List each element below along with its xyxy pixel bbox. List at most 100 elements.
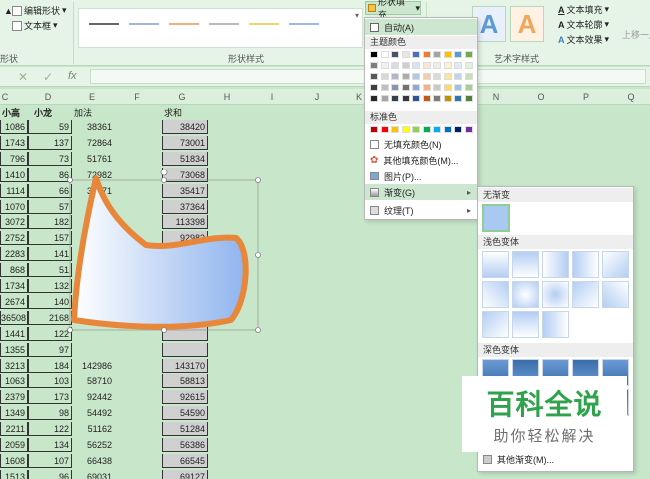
col-header-e[interactable]: E [82, 90, 102, 104]
function-icon[interactable]: fx [68, 70, 77, 82]
color-swatch[interactable] [380, 84, 389, 91]
color-swatch[interactable] [412, 84, 420, 91]
color-swatch[interactable] [464, 73, 473, 80]
color-swatch[interactable] [454, 62, 462, 69]
gradient-swatch[interactable] [512, 311, 539, 338]
confirm-icon[interactable]: ✓ [43, 70, 53, 84]
color-swatch[interactable] [380, 126, 389, 133]
table-cell[interactable]: 122 [28, 422, 72, 437]
color-swatch[interactable] [391, 51, 399, 58]
gradient-swatch[interactable] [602, 281, 629, 308]
gradient-swatch[interactable] [482, 281, 509, 308]
edit-shape-button[interactable]: 编辑形状 ▾ [12, 4, 67, 17]
shape-path[interactable] [71, 175, 249, 330]
color-swatch[interactable] [443, 126, 452, 133]
color-swatch[interactable] [401, 62, 410, 69]
table-cell[interactable]: 107 [28, 453, 72, 468]
color-swatch[interactable] [464, 84, 473, 91]
color-swatch[interactable] [422, 73, 431, 80]
color-swatch[interactable] [464, 95, 473, 102]
table-cell[interactable]: 1349 [0, 406, 28, 421]
resize-handle[interactable] [161, 177, 167, 183]
table-cell[interactable]: 36508 [0, 310, 28, 325]
table-cell[interactable]: 1355 [0, 342, 28, 357]
color-swatch[interactable] [422, 126, 431, 133]
table-cell[interactable]: 1441 [0, 326, 28, 341]
resize-handle[interactable] [67, 327, 73, 333]
gradient-swatch[interactable] [572, 281, 599, 308]
gradient-swatch[interactable] [542, 311, 569, 338]
table-cell[interactable]: 103 [28, 374, 72, 389]
table-cell[interactable]: 134 [28, 438, 72, 452]
header-cell-g[interactable]: 求和 [162, 106, 208, 120]
color-swatch[interactable] [443, 62, 452, 69]
table-cell[interactable]: 1114 [0, 183, 28, 198]
color-swatch[interactable] [391, 73, 399, 80]
color-swatch[interactable] [412, 126, 420, 133]
color-swatch[interactable] [370, 84, 378, 91]
resize-handle[interactable] [67, 177, 73, 183]
line-style-dark[interactable] [89, 23, 119, 25]
line-style-lightblue[interactable] [289, 23, 319, 25]
col-header-d[interactable]: D [38, 90, 58, 104]
color-swatch[interactable] [412, 95, 420, 102]
table-cell[interactable]: 72864 [72, 136, 114, 150]
table-cell[interactable]: 69127 [162, 469, 208, 479]
text-box-button[interactable]: 文本框 ▾ [12, 19, 58, 32]
cancel-icon[interactable]: ✕ [18, 70, 28, 84]
table-cell[interactable]: 51162 [72, 422, 114, 436]
gradient-swatch[interactable] [482, 311, 509, 338]
table-cell[interactable]: 38420 [162, 120, 208, 134]
table-cell[interactable]: 73 [28, 151, 72, 166]
move-up-button[interactable]: 上移一层 [622, 28, 650, 41]
color-swatch[interactable] [454, 73, 462, 80]
color-swatch[interactable] [464, 62, 473, 69]
table-cell[interactable]: 56386 [162, 438, 208, 452]
color-swatch[interactable] [422, 51, 431, 58]
color-swatch[interactable] [433, 51, 441, 58]
table-cell[interactable]: 2752 [0, 231, 28, 246]
col-header-g[interactable]: G [172, 90, 192, 104]
color-swatch[interactable] [370, 73, 378, 80]
table-cell[interactable]: 1410 [0, 167, 28, 182]
table-cell[interactable]: 1513 [0, 469, 28, 479]
table-cell[interactable]: 1734 [0, 279, 28, 293]
table-cell[interactable]: 142986 [72, 359, 114, 373]
table-cell[interactable]: 1070 [0, 199, 28, 214]
table-cell[interactable]: 73001 [162, 135, 208, 150]
table-cell[interactable]: 1063 [0, 374, 28, 389]
col-header-j[interactable]: J [307, 90, 327, 104]
table-cell[interactable]: 58710 [72, 374, 114, 388]
color-swatch[interactable] [433, 62, 441, 69]
menu-item-picture[interactable]: 图片(P)... [365, 168, 477, 184]
color-swatch[interactable] [380, 95, 389, 102]
text-fill-button[interactable]: A 文本填充 ▾ [558, 3, 609, 16]
text-outline-button[interactable]: A 文本轮廓 ▾ [558, 18, 609, 31]
color-swatch[interactable] [401, 126, 410, 133]
color-swatch[interactable] [370, 51, 378, 58]
color-swatch[interactable] [454, 51, 462, 58]
table-cell[interactable]: 51761 [72, 152, 114, 166]
resize-handle[interactable] [255, 327, 261, 333]
color-swatch[interactable] [370, 62, 378, 69]
color-swatch[interactable] [433, 126, 441, 133]
menu-item-no-fill[interactable]: 无填充颜色(N) [365, 136, 477, 152]
table-cell[interactable]: 56252 [72, 438, 114, 452]
color-swatch[interactable] [454, 95, 462, 102]
color-swatch[interactable] [412, 51, 420, 58]
col-header-q[interactable]: Q [621, 90, 641, 104]
gradient-swatch[interactable] [572, 251, 599, 278]
rotate-handle[interactable] [160, 170, 168, 176]
table-cell[interactable]: 173 [28, 390, 72, 405]
line-style-orange[interactable] [169, 23, 199, 25]
line-style-grey[interactable] [209, 23, 239, 25]
table-cell[interactable]: 98 [28, 406, 72, 421]
menu-item-auto[interactable]: 自动(A) [365, 19, 477, 35]
col-header-h[interactable]: H [217, 90, 237, 104]
text-effect-button[interactable]: A 文本效果 ▾ [558, 33, 609, 46]
color-swatch[interactable] [412, 62, 420, 69]
gallery-more-icon[interactable]: ▾ [355, 11, 359, 20]
gradient-swatch[interactable] [542, 281, 569, 308]
resize-handle[interactable] [255, 177, 261, 183]
art-style-orange[interactable]: A [510, 6, 544, 42]
